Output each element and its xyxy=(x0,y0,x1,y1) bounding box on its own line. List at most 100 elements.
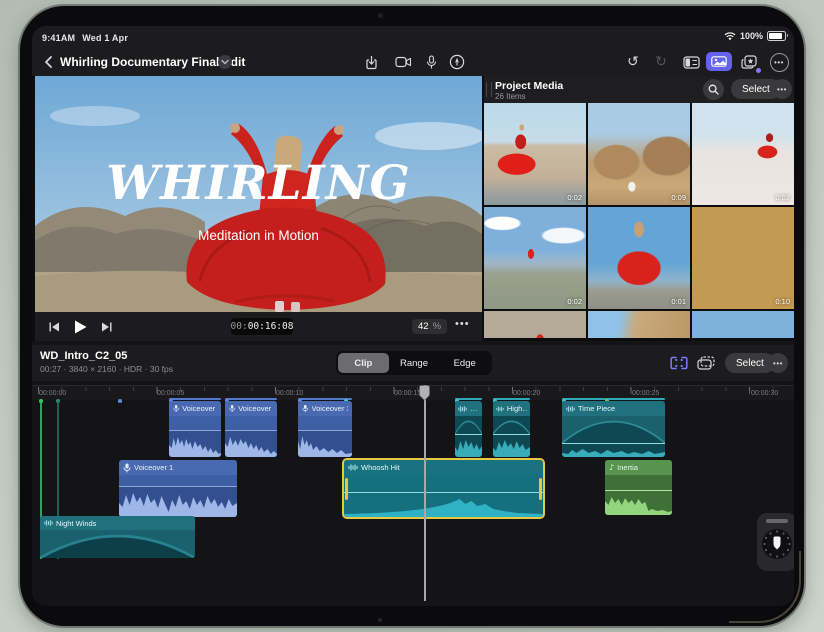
media-thumbnail[interactable] xyxy=(588,311,690,338)
project-media-panel: Project Media 26 Items Select ••• 0:02 0… xyxy=(484,76,794,338)
clip-whoosh-hit-selected[interactable]: Whoosh Hit xyxy=(344,460,543,517)
battery-icon xyxy=(767,31,788,41)
play-button[interactable] xyxy=(71,318,89,336)
clip-voiceover2b[interactable]: Voiceover 2 xyxy=(225,401,277,457)
timeline-clip-name: WD_Intro_C2_05 xyxy=(40,350,128,362)
clip-voiceover3[interactable]: Voiceover 3 xyxy=(298,401,352,457)
trim-handle-left[interactable] xyxy=(345,477,348,500)
photo-viewer-icon xyxy=(711,56,727,67)
ipad-mockup: 9:41AM Wed 1 Apr 100% Whirling Documentar… xyxy=(0,0,824,632)
trim-handle-right[interactable] xyxy=(539,477,542,500)
main-toolbar: Whirling Documentary Final Edit ↺ ↻ ••• xyxy=(32,48,794,77)
project-media-title: Project Media xyxy=(495,80,564,92)
connect-clips-button[interactable] xyxy=(695,353,717,373)
audio-wave-icon xyxy=(458,405,467,412)
mode-clip[interactable]: Clip xyxy=(338,353,389,373)
app-screen: 9:41AM Wed 1 Apr 100% Whirling Documentar… xyxy=(32,26,794,606)
timeline-tracks: Voiceover 2 Voiceover 2 Voiceover 3 … xyxy=(32,399,794,606)
redo-button[interactable]: ↻ xyxy=(650,52,672,72)
chevron-down-icon xyxy=(221,59,229,65)
jog-wheel[interactable] xyxy=(757,513,794,571)
media-thumbnail[interactable]: 0:10 xyxy=(692,207,794,309)
mic-icon xyxy=(173,405,179,412)
skip-back-button[interactable] xyxy=(45,318,63,336)
timeline-clip-meta: 00:27 · 3840 × 2160 · HDR · 30 fps xyxy=(40,364,174,374)
jog-dial[interactable] xyxy=(760,527,794,561)
timeline-ruler[interactable]: 00:00:00 00:00:05 00:00:10 00:00:15 00:0… xyxy=(32,385,794,400)
skip-forward-button[interactable] xyxy=(97,318,115,336)
pencil-tools-button[interactable] xyxy=(446,52,468,72)
battery-percent: 100% xyxy=(739,31,763,41)
export-button[interactable] xyxy=(360,52,382,72)
media-thumbnail[interactable] xyxy=(484,311,586,338)
media-thumbnail[interactable]: 0:02 xyxy=(692,103,794,205)
mode-edge[interactable]: Edge xyxy=(439,353,490,373)
audio-wave-icon xyxy=(44,520,53,526)
magnetic-timeline-icon xyxy=(670,356,688,370)
wifi-icon xyxy=(724,31,736,40)
more-button-toolbar[interactable]: ••• xyxy=(768,52,790,72)
search-icon xyxy=(708,84,719,95)
media-grid: 0:02 0:09 0:02 0:02 0:01 0:10 xyxy=(484,103,794,338)
bottom-sensor xyxy=(378,618,382,622)
playhead-line[interactable] xyxy=(424,385,426,601)
front-camera xyxy=(378,13,383,18)
timeline-panel: WD_Intro_C2_05 00:27 · 3840 × 2160 · HDR… xyxy=(32,341,794,606)
status-bar: 9:41AM Wed 1 Apr 100% xyxy=(32,26,794,48)
panel-grab-handle[interactable] xyxy=(486,82,492,97)
timeline-more-button[interactable]: ••• xyxy=(768,353,788,373)
project-title-menu-button[interactable] xyxy=(218,55,232,69)
video-viewer[interactable]: WHIRLING Meditation in Motion xyxy=(35,76,482,312)
project-media-header: Project Media 26 Items Select ••• xyxy=(484,76,794,103)
ruler-label: 00:00:20 xyxy=(513,390,541,397)
playhead-handle[interactable] xyxy=(419,385,430,406)
clip-timepiece[interactable]: Time Piece xyxy=(562,401,665,457)
overlap-clips-icon xyxy=(697,356,715,370)
video-title-text: WHIRLING xyxy=(106,156,411,211)
browser-panel-button[interactable] xyxy=(680,52,702,72)
transport-bar: 00: 00:16:08 42% ••• xyxy=(35,312,482,341)
pencil-circle-icon xyxy=(449,54,465,70)
clip-truncated[interactable]: … xyxy=(455,401,482,457)
clip-high[interactable]: High… xyxy=(493,401,530,457)
effects-badge xyxy=(756,68,761,73)
media-more-button[interactable]: ••• xyxy=(772,79,792,99)
audio-wave-icon xyxy=(496,406,504,411)
ruler-label: 00:00:15 xyxy=(394,390,422,397)
media-thumbnail[interactable]: 0:09 xyxy=(588,103,690,205)
media-search-button[interactable] xyxy=(703,79,724,100)
camera-button[interactable] xyxy=(392,52,414,72)
transport-more-button[interactable]: ••• xyxy=(455,318,470,330)
media-thumbnail[interactable]: 0:01 xyxy=(588,207,690,309)
viewer-zoom-control[interactable]: 42% xyxy=(412,319,448,334)
mode-range[interactable]: Range xyxy=(389,353,440,373)
media-thumbnail[interactable]: 0:02 xyxy=(484,103,586,205)
mic-icon xyxy=(302,404,309,413)
ruler-label: 00:00:05 xyxy=(157,390,185,397)
jog-handle[interactable] xyxy=(766,519,788,523)
clock: 9:41AM xyxy=(42,33,76,43)
browser-layout-icon xyxy=(682,55,700,69)
edit-mode-segmented-control: Clip Range Edge xyxy=(336,351,492,375)
date: Wed 1 Apr xyxy=(82,33,129,43)
voiceover-button[interactable] xyxy=(420,52,442,72)
mic-icon xyxy=(229,405,235,412)
undo-button[interactable]: ↺ xyxy=(622,52,644,72)
ipad-device-frame: 9:41AM Wed 1 Apr 100% Whirling Documentar… xyxy=(20,6,804,626)
export-icon xyxy=(365,55,377,69)
media-thumbnail[interactable] xyxy=(692,311,794,338)
media-thumbnail[interactable]: 0:02 xyxy=(484,207,586,309)
viewer-panel-button-active[interactable] xyxy=(706,52,732,71)
clip-night-winds[interactable]: Night Winds xyxy=(40,516,195,558)
effects-button[interactable] xyxy=(738,52,761,73)
music-note-icon: ♪ xyxy=(609,463,615,472)
clip-voiceover2a[interactable]: Voiceover 2 xyxy=(169,401,221,457)
back-button[interactable] xyxy=(40,53,58,71)
clip-voiceover1[interactable]: Voiceover 1 xyxy=(119,460,237,517)
ruler-label: 00:00:25 xyxy=(632,390,660,397)
magnetic-timeline-button-active[interactable] xyxy=(668,353,690,373)
project-media-count: 26 Items xyxy=(495,92,526,101)
clip-inertia[interactable]: ♪ Inertia xyxy=(605,460,672,515)
effects-stack-icon xyxy=(740,54,757,69)
timecode-display[interactable]: 00: 00:16:08 xyxy=(231,318,293,335)
